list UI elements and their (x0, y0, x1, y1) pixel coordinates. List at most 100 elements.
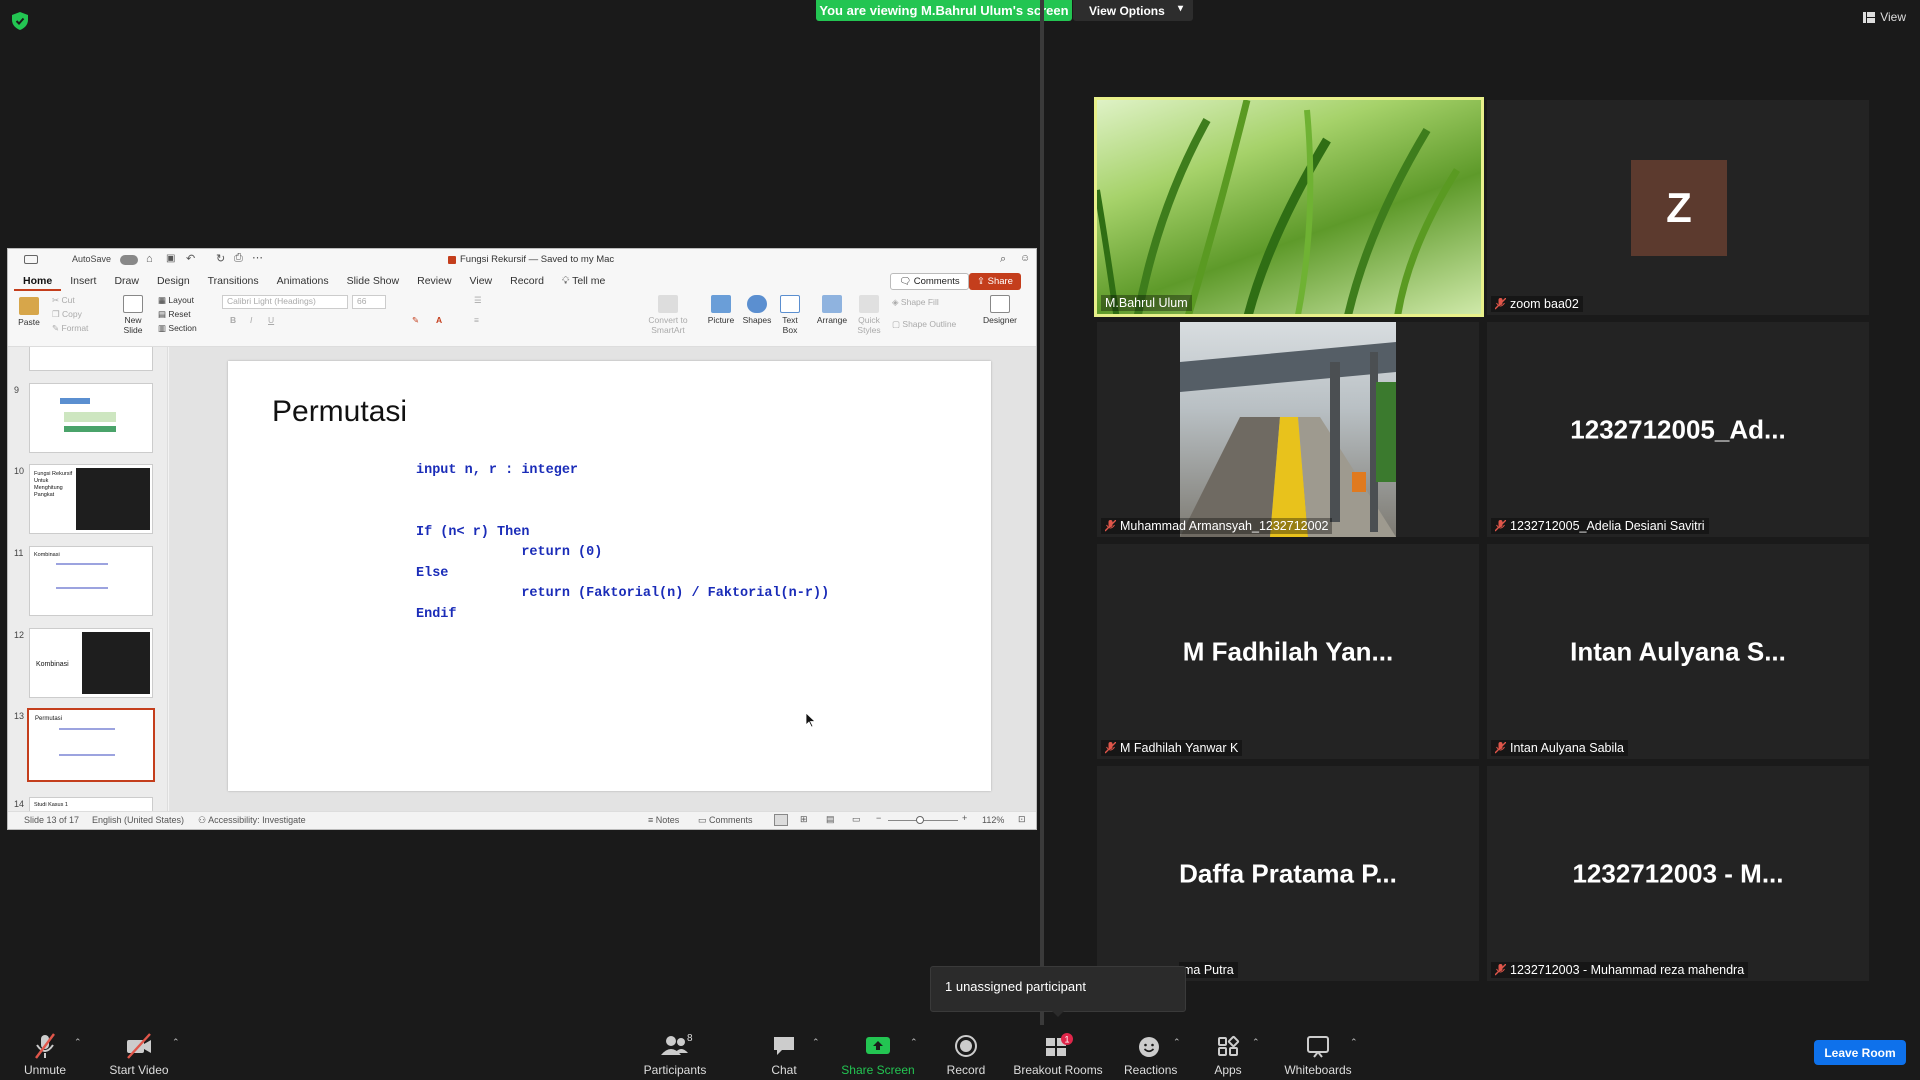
reading-view-icon[interactable]: ▤ (826, 814, 835, 825)
view-options-dropdown[interactable]: View Options ▾ (1073, 0, 1193, 21)
share-options-caret[interactable]: ⌃ (910, 1037, 918, 1048)
start-video-button[interactable]: Start Video (104, 1033, 174, 1077)
slide-sorter-icon[interactable]: ⊞ (800, 814, 808, 825)
bullets-icon[interactable]: ☰ (474, 295, 482, 306)
chat-button[interactable]: Chat (762, 1033, 806, 1077)
share-button[interactable]: ⇪ Share (969, 273, 1021, 290)
fit-to-window-icon[interactable]: ⊡ (1018, 814, 1026, 825)
language-status[interactable]: English (United States) (92, 815, 184, 825)
search-icon[interactable]: ⌕ (1000, 253, 1006, 266)
shape-fill-button[interactable]: ◈ Shape Fill (892, 297, 939, 308)
slide-thumbnail-13-selected[interactable]: Permutasi (27, 708, 155, 782)
font-color-icon[interactable]: A (436, 315, 442, 325)
split-view-divider[interactable] (1040, 0, 1044, 1025)
tab-review[interactable]: Review (408, 271, 460, 291)
tab-design[interactable]: Design (148, 271, 199, 291)
zoom-slider-thumb[interactable] (916, 816, 924, 824)
slide-title[interactable]: Permutasi (272, 395, 407, 429)
more-icon[interactable]: ⋯ (252, 251, 263, 264)
apps-options-caret[interactable]: ⌃ (1252, 1037, 1260, 1048)
align-left-icon[interactable]: ≡ (474, 315, 479, 325)
video-tile[interactable]: Muhammad Armansyah_1232712002 (1097, 322, 1479, 537)
apps-button[interactable]: Apps (1208, 1033, 1248, 1077)
tab-slide-show[interactable]: Slide Show (338, 271, 409, 291)
font-size-select[interactable]: 66 (352, 295, 386, 309)
unassigned-participant-tooltip[interactable]: 1 unassigned participant (930, 966, 1186, 1012)
record-button[interactable]: Record (944, 1033, 988, 1077)
current-slide[interactable]: Permutasi input n, r : integer If (n< r)… (228, 361, 991, 791)
status-comments-button[interactable]: ▭ Comments (698, 815, 753, 826)
slide-thumbnail-10[interactable]: Fungsi Rekursif Untuk Menghitung Pangkat (29, 464, 153, 534)
notes-button[interactable]: ≡ Notes (648, 815, 679, 825)
video-tile[interactable]: M Fadhilah Yan... M Fadhilah Yanwar K (1097, 544, 1479, 759)
highlight-icon[interactable]: ✎ (412, 315, 419, 326)
save-icon[interactable]: ▣ (166, 253, 175, 264)
whiteboards-button[interactable]: Whiteboards (1280, 1033, 1356, 1077)
participants-button[interactable]: 8 Participants (640, 1033, 710, 1077)
tab-home[interactable]: Home (14, 271, 62, 291)
slide-thumbnail-11[interactable]: Kombinasi (29, 546, 153, 616)
convert-smartart-button[interactable]: Convert to SmartArt (644, 295, 692, 335)
designer-button[interactable]: Designer (980, 295, 1020, 325)
view-button[interactable]: View (1863, 10, 1906, 24)
redo-icon[interactable]: ↻ (216, 252, 225, 265)
italic-button[interactable]: I (250, 315, 252, 325)
tab-record[interactable]: Record (501, 271, 553, 291)
whiteboards-options-caret[interactable]: ⌃ (1350, 1037, 1358, 1048)
share-screen-button[interactable]: Share Screen (838, 1033, 918, 1077)
quick-styles-button[interactable]: Quick Styles (854, 295, 884, 335)
video-options-caret[interactable]: ⌃ (172, 1037, 180, 1048)
slide-editor-canvas[interactable]: Permutasi input n, r : integer If (n< r)… (169, 347, 1036, 813)
slide-thumbnails-pane[interactable]: 9 10 Fungsi Rekursif Untuk Menghitung Pa… (8, 347, 168, 813)
section-button[interactable]: ▥ Section (158, 323, 197, 334)
comments-button[interactable]: 🗨︎ Comments (890, 273, 969, 290)
undo-icon[interactable]: ↶ (186, 252, 195, 265)
sidebar-toggle-icon[interactable] (24, 255, 38, 264)
paste-button[interactable]: Paste (16, 297, 42, 327)
text-box-button[interactable]: Text Box (776, 295, 804, 335)
zoom-in-icon[interactable]: + (962, 813, 967, 823)
picture-button[interactable]: Picture (706, 295, 736, 325)
autosave-toggle[interactable] (120, 255, 138, 265)
format-painter-button[interactable]: ✎ Format (52, 323, 88, 334)
shapes-button[interactable]: Shapes (742, 295, 772, 325)
shape-outline-button[interactable]: ▢ Shape Outline (892, 319, 956, 330)
slideshow-icon[interactable]: ▭ (852, 814, 861, 825)
accessibility-status[interactable]: ⚇ Accessibility: Investigate (198, 815, 306, 826)
new-slide-button[interactable]: New Slide (118, 295, 148, 335)
account-icon[interactable]: ☺ (1020, 253, 1030, 264)
underline-button[interactable]: U (268, 315, 274, 325)
leave-room-button[interactable]: Leave Room (1814, 1040, 1906, 1065)
slide-thumbnail-9[interactable] (29, 383, 153, 453)
reactions-options-caret[interactable]: ⌃ (1173, 1037, 1181, 1048)
copy-button[interactable]: ❐ Copy (52, 309, 82, 320)
tab-view[interactable]: View (461, 271, 502, 291)
audio-options-caret[interactable]: ⌃ (74, 1037, 82, 1048)
print-icon[interactable]: ⎙ (234, 252, 243, 265)
zoom-level[interactable]: 112% (982, 815, 1004, 825)
tab-transitions[interactable]: Transitions (199, 271, 268, 291)
reactions-button[interactable]: Reactions (1124, 1033, 1177, 1077)
tell-me-search[interactable]: 💡︎ Tell me (553, 271, 614, 291)
slide-thumbnail[interactable] (29, 347, 153, 371)
slide-thumbnail-12[interactable]: Kombinasi (29, 628, 153, 698)
reset-button[interactable]: ▤ Reset (158, 309, 191, 320)
zoom-out-icon[interactable]: − (876, 813, 881, 823)
tab-draw[interactable]: Draw (105, 271, 148, 291)
home-icon[interactable]: ⌂ (146, 253, 153, 265)
breakout-rooms-button[interactable]: 1 Breakout Rooms (1012, 1033, 1104, 1077)
video-tile[interactable]: 1232712003 - M... 1232712003 - Muhammad … (1487, 766, 1869, 981)
tab-insert[interactable]: Insert (61, 271, 105, 291)
font-name-select[interactable]: Calibri Light (Headings) (222, 295, 348, 309)
video-tile[interactable]: Daffa Pratama P... ma Putra (1097, 766, 1479, 981)
tab-animations[interactable]: Animations (268, 271, 338, 291)
video-tile[interactable]: Z zoom baa02 (1487, 100, 1869, 315)
video-tile[interactable]: 1232712005_Ad... 1232712005_Adelia Desia… (1487, 322, 1869, 537)
chat-options-caret[interactable]: ⌃ (812, 1037, 820, 1048)
security-shield-icon[interactable] (12, 12, 28, 30)
bold-button[interactable]: B (230, 315, 236, 325)
arrange-button[interactable]: Arrange (816, 295, 848, 325)
normal-view-icon[interactable] (774, 814, 788, 826)
cut-button[interactable]: ✂ Cut (52, 295, 75, 306)
unmute-button[interactable]: Unmute (20, 1033, 70, 1077)
